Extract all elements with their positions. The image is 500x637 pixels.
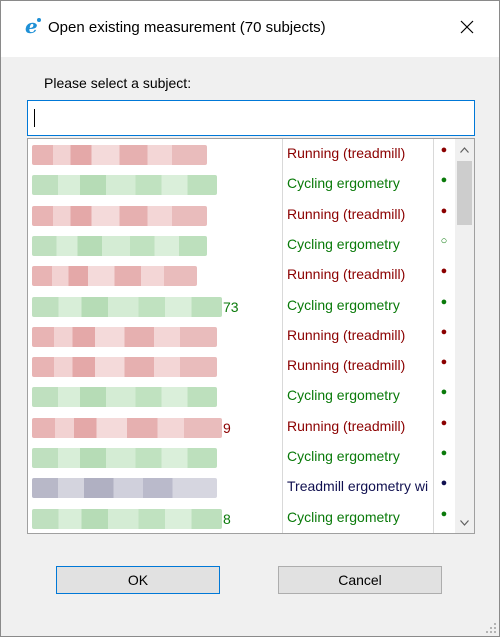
redacted-name: [32, 448, 217, 468]
measurement-type: Treadmill ergometry wi: [287, 478, 429, 495]
subject-name-cell: 73: [32, 296, 282, 317]
status-dot: ●: [440, 477, 448, 490]
subject-name-cell: [32, 175, 282, 196]
measurement-type: Cycling ergometry: [287, 448, 400, 464]
subject-search-input[interactable]: [28, 101, 474, 135]
scrollbar-thumb[interactable]: [457, 161, 472, 225]
title-bar: e Open existing measurement (70 subjects…: [1, 1, 499, 57]
svg-text:e: e: [25, 15, 38, 37]
redacted-name: [32, 508, 222, 529]
subject-row[interactable]: Running (treadmill) ●: [28, 351, 456, 381]
measurement-type: Cycling ergometry: [287, 296, 400, 313]
measurement-type: Cycling ergometry: [287, 387, 400, 404]
subject-name-tail: 8: [223, 510, 231, 527]
app-logo-icon: e: [25, 15, 41, 37]
measurement-type: Cycling ergometry: [287, 175, 400, 192]
measurement-type: Running (treadmill): [287, 357, 406, 374]
measurement-type: Cycling ergometry: [287, 508, 400, 525]
subject-row[interactable]: Treadmill ergometry wi ●: [28, 472, 456, 502]
column-divider: [433, 139, 434, 533]
column-divider: [282, 139, 283, 533]
subject-name-cell: [32, 266, 282, 287]
ok-button[interactable]: OK: [56, 566, 220, 594]
select-subject-label: Please select a subject:: [44, 75, 192, 91]
redacted-name: [32, 387, 217, 408]
subject-row[interactable]: 73 Cycling ergometry ●: [28, 291, 456, 321]
vertical-scrollbar[interactable]: [455, 139, 474, 533]
subject-search-field[interactable]: [27, 100, 475, 136]
status-dot: ●: [440, 325, 448, 338]
close-button[interactable]: [447, 9, 487, 45]
redacted-name: [32, 326, 217, 347]
subject-name-cell: [32, 387, 282, 408]
redacted-name: [32, 175, 217, 196]
subject-row[interactable]: Running (treadmill) ●: [28, 260, 456, 290]
scroll-up-button[interactable]: [455, 141, 474, 158]
redacted-name: [32, 205, 207, 226]
subject-name-cell: [32, 478, 282, 499]
dialog-window: e Open existing measurement (70 subjects…: [0, 0, 500, 637]
status-dot: ●: [440, 416, 448, 429]
measurement-type: Cycling ergometry: [287, 235, 400, 252]
scroll-down-button[interactable]: [455, 514, 474, 531]
measurement-type: Running (treadmill): [287, 417, 406, 434]
subject-row[interactable]: Cycling ergometry ●: [28, 381, 456, 411]
subject-name-tail: 73: [223, 298, 239, 315]
window-title: Open existing measurement (70 subjects): [48, 19, 326, 36]
subject-row[interactable]: Running (treadmill) ●: [28, 139, 456, 169]
subject-name-cell: [32, 205, 282, 226]
subject-name-cell: [32, 326, 282, 347]
measurement-type: Running (treadmill): [287, 145, 406, 161]
redacted-name: [32, 266, 197, 287]
status-dot: ●: [440, 386, 448, 399]
redacted-name: [32, 478, 217, 499]
redacted-name: [32, 145, 207, 165]
redacted-name: [32, 296, 222, 317]
resize-grip-icon[interactable]: [485, 622, 497, 634]
subject-name-cell: 9: [32, 417, 282, 438]
subject-row[interactable]: Cycling ergometry ●: [28, 169, 456, 199]
status-dot: ●: [440, 356, 448, 369]
subject-row[interactable]: Cycling ergometry ●: [28, 442, 456, 472]
measurement-type: Running (treadmill): [287, 205, 406, 222]
status-dot: ●: [440, 144, 448, 156]
cancel-button[interactable]: Cancel: [278, 566, 442, 594]
status-dot: ●: [440, 204, 448, 217]
subject-row[interactable]: 8 Cycling ergometry ●: [28, 503, 456, 533]
subject-name-cell: [32, 145, 282, 165]
status-dot: ●: [440, 447, 448, 459]
redacted-name: [32, 235, 207, 256]
status-dot: ●: [440, 174, 448, 187]
subject-row[interactable]: Running (treadmill) ●: [28, 321, 456, 351]
subject-name-tail: 9: [223, 419, 231, 436]
subject-name-cell: [32, 357, 282, 378]
redacted-name: [32, 417, 222, 438]
status-dot: ○: [440, 234, 448, 247]
measurement-type: Running (treadmill): [287, 266, 406, 283]
status-dot: ●: [440, 265, 448, 278]
subject-row[interactable]: Running (treadmill) ●: [28, 200, 456, 230]
subject-name-cell: 8: [32, 508, 282, 529]
chevron-up-icon: [460, 146, 469, 153]
subject-name-cell: [32, 448, 282, 468]
subject-row[interactable]: Cycling ergometry ○: [28, 230, 456, 260]
measurement-type: Running (treadmill): [287, 326, 406, 343]
redacted-name: [32, 357, 217, 378]
text-caret: [34, 109, 35, 127]
subject-list[interactable]: Running (treadmill) ● Cycling ergometry ● Ru…: [27, 138, 475, 534]
subject-name-cell: [32, 235, 282, 256]
chevron-down-icon: [460, 519, 469, 526]
close-icon: [460, 20, 474, 34]
status-dot: ●: [440, 295, 448, 308]
status-dot: ●: [440, 507, 448, 520]
subject-row[interactable]: 9 Running (treadmill) ●: [28, 412, 456, 442]
